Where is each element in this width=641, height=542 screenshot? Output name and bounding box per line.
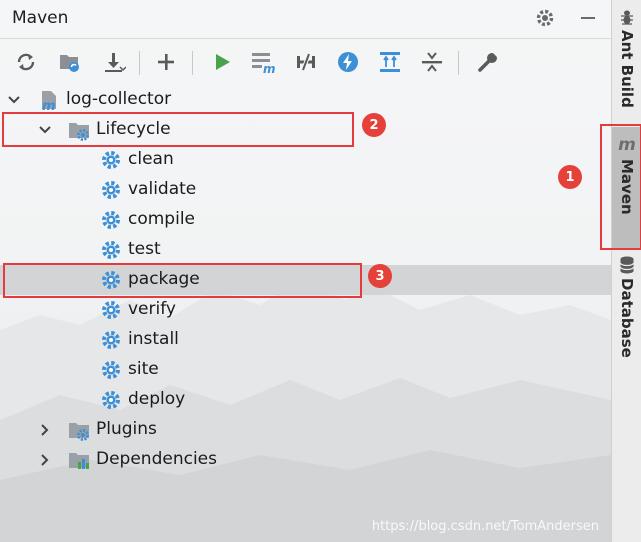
database-icon	[619, 256, 635, 274]
settings-wrench-icon[interactable]	[474, 48, 502, 76]
tool-window-title: Maven	[12, 8, 69, 28]
goal-label: deploy	[128, 389, 186, 409]
svg-text:m: m	[263, 62, 276, 74]
goal-gear-icon	[102, 241, 120, 259]
collapse-all-icon[interactable]	[418, 48, 446, 76]
highlight-package	[3, 263, 362, 298]
goal-gear-icon	[102, 301, 120, 319]
tool-window-header: Maven	[0, 0, 611, 38]
reload-icon[interactable]	[12, 48, 40, 76]
folder-dependencies-icon	[69, 453, 89, 469]
show-dependencies-icon[interactable]	[376, 48, 404, 76]
annotation-badge-3: 3	[368, 264, 392, 288]
highlight-maven-tab	[600, 124, 641, 250]
ant-build-tab[interactable]: Ant Build	[612, 8, 641, 108]
svg-text:m: m	[42, 99, 56, 111]
goal-label: site	[128, 359, 159, 379]
goal-label: clean	[128, 149, 174, 169]
tree-node-dependencies[interactable]: Dependencies	[0, 445, 611, 475]
goal-label: compile	[128, 209, 196, 229]
goal-label: test	[128, 239, 161, 259]
toggle-offline-icon[interactable]	[292, 48, 320, 76]
goal-test[interactable]: test	[0, 235, 611, 265]
goal-clean[interactable]: clean	[0, 145, 611, 175]
add-icon[interactable]	[152, 48, 180, 76]
maven-tool-window: Maven m m log-collector Lifecycle clean …	[0, 0, 611, 542]
minus-icon[interactable]	[576, 6, 600, 30]
gear-icon[interactable]	[533, 6, 557, 30]
ant-build-label: Ant Build	[618, 30, 636, 108]
goal-gear-icon	[102, 211, 120, 229]
watermark: https://blog.csdn.net/TomAndersen	[371, 519, 599, 534]
goal-verify[interactable]: verify	[0, 295, 611, 325]
database-label: Database	[618, 278, 636, 358]
database-tab[interactable]: Database	[612, 256, 641, 358]
tree-node-plugins[interactable]: Plugins	[0, 415, 611, 445]
goal-validate[interactable]: validate	[0, 175, 611, 205]
folder-plugins-icon	[69, 423, 89, 441]
ant-icon	[621, 10, 633, 25]
goal-label: install	[128, 329, 179, 349]
maven-toolbar: m	[0, 38, 611, 85]
goal-deploy[interactable]: deploy	[0, 385, 611, 415]
chevron-right-icon[interactable]	[37, 452, 53, 468]
goal-compile[interactable]: compile	[0, 205, 611, 235]
goal-install[interactable]: install	[0, 325, 611, 355]
goal-label: verify	[128, 299, 176, 319]
right-tool-strip: Ant Build m Maven Database	[600, 0, 641, 542]
goal-gear-icon	[102, 151, 120, 169]
chevron-down-icon[interactable]	[6, 92, 22, 108]
plugins-label: Plugins	[96, 419, 157, 439]
highlight-lifecycle	[2, 112, 354, 147]
maven-project-icon: m	[42, 91, 56, 111]
skip-tests-icon[interactable]	[334, 48, 362, 76]
run-icon[interactable]	[208, 48, 236, 76]
goal-gear-icon	[102, 181, 120, 199]
generate-sources-icon[interactable]	[56, 48, 84, 76]
goal-gear-icon	[102, 361, 120, 379]
chevron-right-icon[interactable]	[37, 422, 53, 438]
execute-goal-icon[interactable]: m	[249, 48, 277, 76]
dependencies-label: Dependencies	[96, 449, 217, 469]
goal-gear-icon	[102, 331, 120, 349]
annotation-badge-1: 1	[558, 165, 582, 189]
annotation-badge-2: 2	[362, 113, 386, 137]
goal-label: validate	[128, 179, 197, 199]
tree-node-project[interactable]: m log-collector	[0, 85, 611, 115]
download-icon[interactable]	[100, 48, 128, 76]
project-label: log-collector	[66, 89, 172, 109]
goal-site[interactable]: site	[0, 355, 611, 385]
goal-gear-icon	[102, 391, 120, 409]
